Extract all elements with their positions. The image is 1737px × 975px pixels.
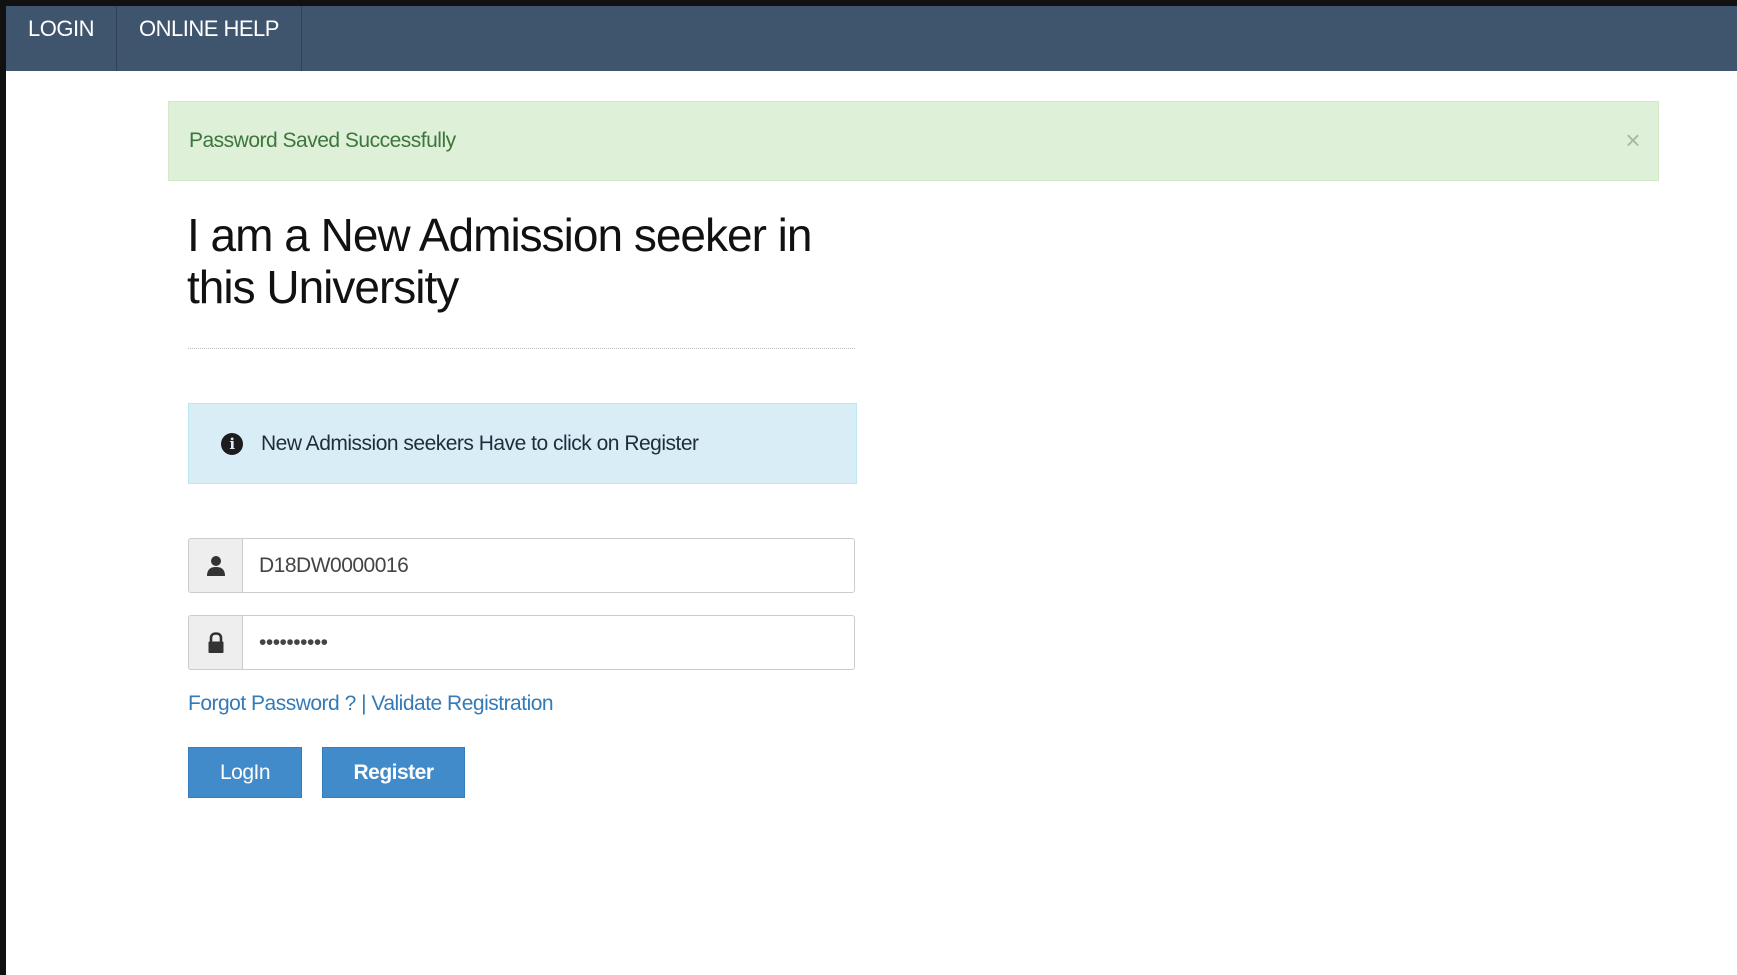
form-links: Forgot Password ? | Validate Registratio… bbox=[188, 692, 554, 716]
nav-online-help[interactable]: ONLINE HELP bbox=[117, 6, 302, 71]
info-alert: i New Admission seekers Have to click on… bbox=[188, 403, 857, 484]
info-alert-message: New Admission seekers Have to click on R… bbox=[261, 431, 699, 455]
success-alert-message: Password Saved Successfully bbox=[189, 129, 456, 152]
page-frame: LOGIN ONLINE HELP Password Saved Success… bbox=[0, 0, 1737, 975]
username-input[interactable] bbox=[242, 538, 855, 593]
page-title: I am a New Admission seeker in this Univ… bbox=[187, 209, 813, 313]
login-button[interactable]: LogIn bbox=[188, 747, 302, 798]
password-input[interactable] bbox=[242, 615, 855, 670]
divider bbox=[188, 348, 855, 349]
register-button[interactable]: Register bbox=[322, 747, 465, 798]
top-navbar: LOGIN ONLINE HELP bbox=[6, 6, 1737, 71]
user-icon bbox=[188, 538, 242, 593]
info-icon: i bbox=[221, 432, 243, 455]
password-group bbox=[188, 615, 855, 670]
lock-icon bbox=[188, 615, 242, 670]
username-group bbox=[188, 538, 855, 593]
link-separator: | bbox=[355, 692, 372, 715]
nav-login[interactable]: LOGIN bbox=[6, 6, 117, 71]
success-alert: Password Saved Successfully × bbox=[168, 101, 1659, 181]
validate-registration-link[interactable]: Validate Registration bbox=[371, 692, 553, 715]
forgot-password-link[interactable]: Forgot Password ? bbox=[188, 692, 356, 715]
close-icon[interactable]: × bbox=[1625, 102, 1640, 178]
